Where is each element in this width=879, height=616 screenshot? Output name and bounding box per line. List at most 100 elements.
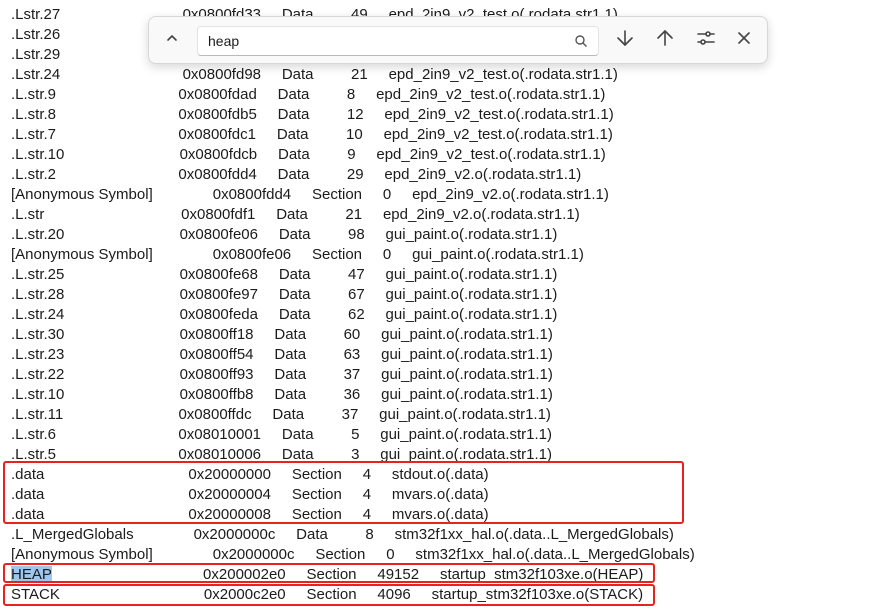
symbol-type: Data xyxy=(281,66,314,83)
symbol-object: mvars.o(.data) xyxy=(391,486,489,503)
symbol-name: .data xyxy=(11,466,45,483)
symbol-object: epd_2in9_v2_test.o(.rodata.str1.1) xyxy=(376,86,606,103)
close-button[interactable] xyxy=(730,26,758,54)
symbol-address: 0x08010006 xyxy=(178,446,262,463)
symbol-object: epd_2in9_v2_test.o(.rodata.str1.1) xyxy=(383,126,613,143)
symbol-type: Data xyxy=(274,326,307,343)
symbol-name: .L.str.10 xyxy=(11,386,65,403)
symbol-type: Data xyxy=(278,306,311,323)
symbol-row: .data 0x20000004 Section 4 mvars.o(.data) xyxy=(11,485,489,505)
symbol-row: .L.str.6 0x08010001 Data 5 gui_paint.o(.r… xyxy=(11,425,552,445)
symbol-object: epd_2in9_v2_test.o(.rodata.str1.1) xyxy=(384,106,614,123)
symbol-size: 4 xyxy=(362,506,372,523)
symbol-row: .L.str.30 0x0800ff18 Data 60 gui_paint.o(… xyxy=(11,325,553,345)
symbol-name: STACK xyxy=(11,586,60,603)
symbol-type: Data xyxy=(281,446,314,463)
symbol-name: .L.str.20 xyxy=(11,226,65,243)
symbol-size: 36 xyxy=(343,386,361,403)
symbol-size: 67 xyxy=(348,286,365,303)
search-box[interactable] xyxy=(197,26,599,56)
symbol-name: .L.str.22 xyxy=(11,366,65,383)
symbol-object: mvars.o(.data) xyxy=(391,506,489,523)
symbol-name: .L.str.7 xyxy=(11,126,57,143)
symbol-type: Section xyxy=(291,466,342,483)
next-match-button[interactable] xyxy=(611,26,639,54)
symbol-size: 4 xyxy=(362,486,372,503)
symbol-address: 0x0800ffdc xyxy=(178,406,252,423)
symbol-name: .data xyxy=(11,486,45,503)
symbol-row: .L.str.25 0x0800fe68 Data 47 gui_paint.o(… xyxy=(11,265,557,285)
symbol-object: gui_paint.o(.rodata.str1.1) xyxy=(381,366,553,383)
symbol-row: .L.str.10 0x0800ffb8 Data 36 gui_paint.o(… xyxy=(11,385,553,405)
search-icon[interactable] xyxy=(574,34,588,48)
symbol-name: .data xyxy=(11,506,45,523)
previous-match-button[interactable] xyxy=(651,26,679,54)
symbol-type: Data xyxy=(277,146,310,163)
symbol-size: 37 xyxy=(343,366,361,383)
symbol-address: 0x20000004 xyxy=(188,486,271,503)
symbol-size: 29 xyxy=(346,166,364,183)
symbol-name: .L.str.24 xyxy=(11,306,65,323)
symbol-size: 47 xyxy=(348,266,365,283)
symbol-row: [Anonymous Symbol] 0x0800fe06 Section 0 g… xyxy=(11,245,584,265)
symbol-object: epd_2in9_v2.o(.rodata.str1.1) xyxy=(384,166,582,183)
symbol-object: gui_paint.o(.rodata.str1.1) xyxy=(412,246,584,263)
symbol-address: 0x2000000c xyxy=(193,526,276,543)
symbol-size: 12 xyxy=(346,106,364,123)
symbol-address: 0x0800fdcb xyxy=(179,146,258,163)
symbol-name: .L.str.30 xyxy=(11,326,65,343)
symbol-name: .Lstr.26 xyxy=(11,26,61,43)
symbol-address: 0x0800ff54 xyxy=(179,346,254,363)
search-input[interactable] xyxy=(208,32,558,50)
collapse-button[interactable] xyxy=(158,26,186,54)
symbol-row: .L.str.2 0x0800fdd4 Data 29 epd_2in9_v2.o… xyxy=(11,165,581,185)
symbol-object: gui_paint.o(.rodata.str1.1) xyxy=(385,266,558,283)
symbol-object: stm32f1xx_hal.o(.data..L_MergedGlobals) xyxy=(394,526,674,543)
symbol-type: Data xyxy=(276,206,308,223)
symbol-type: Section xyxy=(306,586,357,603)
symbol-address: 0x0800fdc1 xyxy=(178,126,256,143)
symbol-row: .Lstr.29 xyxy=(11,45,60,65)
symbol-row: .L.str.7 0x0800fdc1 Data 10 epd_2in9_v2_t… xyxy=(11,125,613,145)
symbol-address: 0x2000000c xyxy=(212,546,295,563)
symbol-row: .L.str.23 0x0800ff54 Data 63 gui_paint.o(… xyxy=(11,345,553,365)
symbol-type: Data xyxy=(278,286,311,303)
symbol-size: 3 xyxy=(351,446,360,463)
symbol-name: .L.str.9 xyxy=(11,86,57,103)
find-options-button[interactable] xyxy=(692,26,720,54)
symbol-address: 0x0800fdad xyxy=(178,86,257,103)
symbol-object: epd_2in9_v2.o(.rodata.str1.1) xyxy=(382,206,580,223)
find-bar xyxy=(148,16,768,64)
symbol-row: .Lstr.24 0x0800fd98 Data 21 epd_2in9_v2_t… xyxy=(11,65,618,85)
symbol-row: .L.str.8 0x0800fdb5 Data 12 epd_2in9_v2_t… xyxy=(11,105,614,125)
close-icon xyxy=(736,30,752,51)
symbol-name: HEAP xyxy=(11,566,52,583)
symbol-address: 0x0800fe97 xyxy=(179,286,258,303)
symbol-address: 0x0800fdf1 xyxy=(181,206,256,223)
symbol-name: .L.str.2 xyxy=(11,166,57,183)
symbol-size: 0 xyxy=(386,546,395,563)
symbol-row: [Anonymous Symbol] 0x2000000c Section 0 s… xyxy=(11,545,695,565)
symbol-type: Data xyxy=(274,386,307,403)
symbol-name: [Anonymous Symbol] xyxy=(11,246,153,263)
symbol-size: 0 xyxy=(382,186,392,203)
symbol-row: .L.str.5 0x08010006 Data 3 gui_paint.o(.r… xyxy=(11,445,552,465)
symbol-type: Data xyxy=(278,226,311,243)
symbol-name: .L.str.6 xyxy=(11,426,57,443)
symbol-address: 0x0800ff93 xyxy=(179,366,254,383)
symbol-name: .Lstr.29 xyxy=(11,46,61,63)
symbol-object: stm32f1xx_hal.o(.data..L_MergedGlobals) xyxy=(415,546,695,563)
symbol-size: 10 xyxy=(346,126,363,143)
symbol-size: 0 xyxy=(382,246,392,263)
symbol-row: .data 0x20000008 Section 4 mvars.o(.data) xyxy=(11,505,489,525)
symbol-address: 0x2000c2e0 xyxy=(203,586,286,603)
symbol-type: Data xyxy=(276,126,309,143)
symbol-row: .L.str.22 0x0800ff93 Data 37 gui_paint.o(… xyxy=(11,365,553,385)
symbol-name: [Anonymous Symbol] xyxy=(11,546,153,563)
symbol-row: .L.str.24 0x0800feda Data 62 gui_paint.o(… xyxy=(11,305,557,325)
symbol-type: Data xyxy=(296,526,328,543)
symbol-row: .Lstr.26 xyxy=(11,25,60,45)
symbol-name: .L.str.5 xyxy=(11,446,57,463)
symbol-object: gui_paint.o(.rodata.str1.1) xyxy=(381,346,553,363)
symbol-row: .L.str.10 0x0800fdcb Data 9 epd_2in9_v2_t… xyxy=(11,145,606,165)
